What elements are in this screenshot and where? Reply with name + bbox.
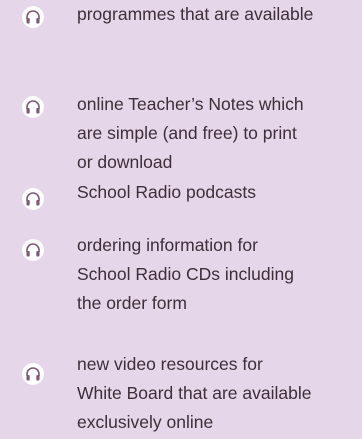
list-item-text-line: School Radio podcasts <box>77 182 256 202</box>
headphones-icon <box>22 363 44 385</box>
list-item-text-line: online Teacher’s Notes which <box>77 94 304 114</box>
list-item-text-line: are simple (and free) to print <box>77 123 297 143</box>
list-item-text-line: programmes that are available <box>77 4 314 24</box>
headphones-icon <box>22 6 44 28</box>
headphones-icon <box>22 239 44 261</box>
list-item-text-line: White Board that are available <box>77 383 312 403</box>
headphones-icon <box>22 188 44 210</box>
list-item-text-line: ordering information for <box>77 235 258 255</box>
headphones-icon <box>22 96 44 118</box>
list-item-text-line: School Radio CDs including <box>77 264 294 284</box>
list-item-text-line: exclusively online <box>77 412 214 432</box>
list-item-text-line: or download <box>77 152 173 172</box>
list-item-text-line: the order form <box>77 293 187 313</box>
list-item-text-line: new video resources for <box>77 354 263 374</box>
